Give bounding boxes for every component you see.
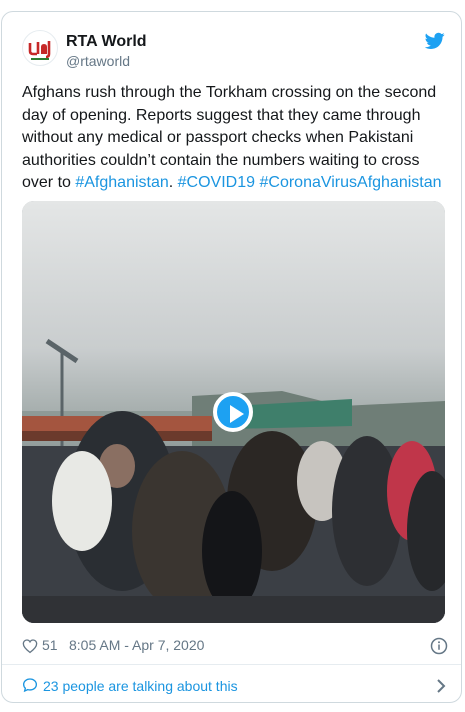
hashtag-covid19[interactable]: #COVID19 [178,174,255,191]
tweet-header: RTA World @rtaworld [22,30,445,80]
footer-divider [2,664,461,665]
author-names: RTA World @rtaworld [66,32,147,70]
hashtag-afghanistan[interactable]: #Afghanistan [75,174,168,191]
text-separator: . [168,174,178,191]
display-name[interactable]: RTA World [66,32,147,52]
twitter-bird-icon[interactable] [425,32,445,50]
heart-icon[interactable] [22,638,38,654]
avatar[interactable] [22,30,58,66]
video-thumbnail[interactable] [22,201,445,623]
tweet-timestamp[interactable]: 8:05 AM - Apr 7, 2020 [69,637,204,653]
conversation-label: 23 people are talking about this [43,678,238,694]
like-count[interactable]: 51 [42,637,58,653]
tweet-footer: 51 8:05 AM - Apr 7, 2020 [22,636,448,656]
rta-logo-icon [28,41,51,60]
tweet-card: RTA World @rtaworld Afghans rush through… [1,11,462,703]
hashtag-coronavirusafghanistan[interactable]: #CoronaVirusAfghanistan [259,174,441,191]
user-handle[interactable]: @rtaworld [66,52,147,70]
chevron-right-icon [437,679,446,693]
play-button[interactable] [213,392,253,432]
speech-bubble-icon [22,678,38,693]
tweet-text: Afghans rush through the Torkham crossin… [22,82,448,195]
conversation-link[interactable]: 23 people are talking about this [22,676,448,698]
info-icon[interactable] [430,637,448,655]
